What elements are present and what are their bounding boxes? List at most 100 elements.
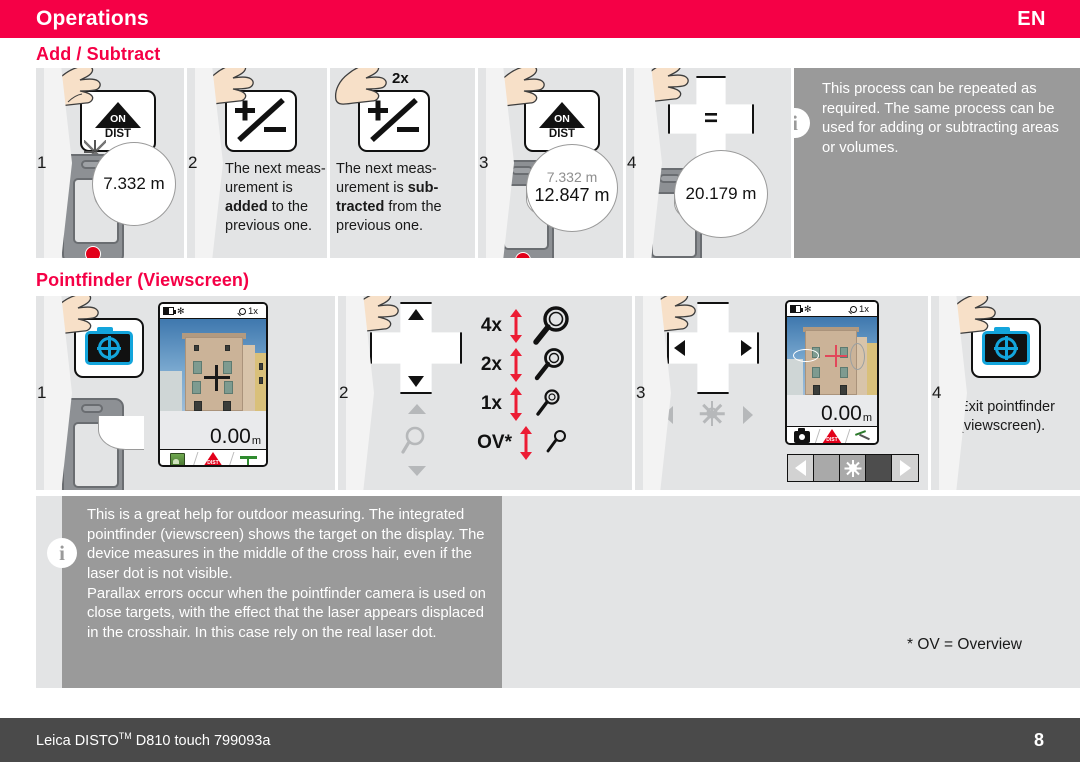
screen-tab-camera[interactable] bbox=[787, 427, 817, 443]
zoom-level-row: 1x bbox=[460, 384, 576, 423]
pan-highlight-left bbox=[793, 349, 819, 362]
pan-highlight-right bbox=[850, 343, 865, 370]
pointfinder-info-row: This is a great help for outdoor measuri… bbox=[36, 496, 1080, 688]
up-down-arrow-icon bbox=[509, 309, 523, 343]
page-title: Operations bbox=[36, 7, 149, 30]
add-subtract-info-panel: i This process can be repeated as requir… bbox=[794, 68, 1080, 258]
triangle-up-icon bbox=[408, 404, 426, 414]
screen-status-bar: ✻ 1x bbox=[160, 304, 266, 319]
language-badge: EN bbox=[1017, 7, 1046, 30]
zoom-level-list: 4x 2x 1x OV* bbox=[460, 305, 576, 462]
screen-tab-bird[interactable] bbox=[847, 427, 877, 443]
screen-tab-gallery[interactable] bbox=[160, 450, 195, 465]
manual-page: Operations EN Add / Subtract 1 ON DIST 7… bbox=[0, 0, 1080, 762]
camera-viewfinder-image bbox=[160, 319, 266, 411]
measurement-value: 20.179 m bbox=[685, 184, 757, 203]
pf-step-panel-4: 4 Exit pointfinder (viewscreen). bbox=[931, 296, 1080, 490]
magnifier-icon bbox=[849, 305, 857, 313]
device-viewscreen-1: ✻ 1x 0.00 m DIST bbox=[158, 302, 268, 467]
zoom-level-row: OV* bbox=[460, 423, 576, 462]
triangle-left-icon bbox=[674, 340, 685, 356]
zoom-level-indicator: 1x bbox=[238, 306, 258, 317]
triangle-down-icon bbox=[408, 376, 424, 387]
triangle-up-icon bbox=[408, 309, 424, 320]
zoom-level-indicator: 1x bbox=[849, 304, 869, 315]
pointfinder-info-text: This is a great help for outdoor measuri… bbox=[87, 507, 486, 642]
brightness-sun-icon bbox=[844, 459, 862, 477]
equals-icon: = bbox=[703, 105, 719, 132]
crosshair-icon bbox=[825, 345, 847, 367]
pf-step-panel-3: 3 ✻ 1x 0.00 m DIST bbox=[635, 296, 931, 490]
battery-icon bbox=[163, 307, 176, 315]
page-footer: Leica DISTOTM D810 touch 799093a 8 bbox=[0, 718, 1080, 762]
keystrip-spacer-2 bbox=[866, 455, 892, 481]
bluetooth-icon: ✻ bbox=[177, 305, 185, 316]
keystrip-spacer-1 bbox=[814, 455, 840, 481]
hand-pointer-icon bbox=[643, 296, 696, 333]
page-number: 8 bbox=[1033, 729, 1044, 750]
measurement-bubble-3: 20.179 m bbox=[674, 150, 768, 238]
info-icon: i bbox=[794, 108, 810, 138]
keystrip-right-button[interactable] bbox=[892, 455, 918, 481]
press-count-badge: 2x bbox=[392, 70, 409, 87]
step-panel-2: 2 The next meas- urement is added to the… bbox=[187, 68, 330, 258]
magnifier-icon bbox=[536, 388, 560, 416]
up-down-arrow-icon bbox=[509, 348, 523, 382]
bird-icon bbox=[854, 430, 871, 443]
step-panel-5: 4 = 20.179 m bbox=[626, 68, 794, 258]
step-panel-3-subtract: 2x The next meas- urement is sub-tracted… bbox=[330, 68, 478, 258]
arrow-left-icon bbox=[795, 460, 806, 476]
screen-measurement-readout: 0.00 m bbox=[160, 411, 266, 449]
bluetooth-icon: ✻ bbox=[804, 303, 812, 314]
magnifier-icon bbox=[546, 429, 566, 452]
dist-icon: DIST bbox=[822, 429, 842, 443]
zoom-level-row: 2x bbox=[460, 345, 576, 384]
screen-tab-bar: DIST bbox=[787, 426, 877, 443]
brightness-sun-icon bbox=[699, 400, 725, 426]
screen-tab-bar: DIST bbox=[160, 449, 266, 465]
magnifier-icon bbox=[238, 307, 246, 315]
section-title-add-subtract: Add / Subtract bbox=[36, 44, 161, 64]
screen-tab-tripod[interactable] bbox=[231, 450, 266, 465]
keystrip-brightness-button[interactable] bbox=[840, 455, 866, 481]
pointfinder-info-box: This is a great help for outdoor measuri… bbox=[62, 496, 502, 688]
camera-icon bbox=[794, 427, 810, 443]
step-description-2: The next meas- urement is added to the p… bbox=[225, 161, 326, 235]
pointfinder-steps-row: 1 ✻ 1x 0.00 m DIST 2 4x 2x 1x OV* 3 ✻ 1x… bbox=[36, 296, 1080, 490]
step-panel-1: 1 ON DIST 7.332 m bbox=[36, 68, 187, 258]
zoom-level-row: 4x bbox=[460, 305, 576, 345]
dist-icon: DIST bbox=[202, 452, 223, 465]
hand-pointer-icon bbox=[46, 296, 99, 335]
step-panel-4: 3 ON DIST 7.332 m 12.847 m bbox=[478, 68, 626, 258]
magnifier-icon bbox=[401, 426, 425, 454]
info-icon: i bbox=[47, 538, 77, 568]
hardware-key-strip bbox=[787, 454, 919, 482]
add-subtract-steps-row: 1 ON DIST 7.332 m 2 The next meas- ureme… bbox=[36, 68, 1080, 258]
triangle-right-icon bbox=[743, 406, 753, 424]
previous-measurement-value: 7.332 m bbox=[546, 168, 598, 185]
up-down-arrow-icon bbox=[509, 387, 523, 421]
camera-viewfinder-image bbox=[787, 317, 877, 395]
keystrip-left-button[interactable] bbox=[788, 455, 814, 481]
overview-footnote: * OV = Overview bbox=[907, 636, 1022, 653]
screen-tab-dist[interactable]: DIST bbox=[195, 450, 230, 465]
magnifier-icon bbox=[534, 347, 564, 380]
hand-pointer-icon bbox=[636, 68, 689, 103]
screen-tab-dist[interactable]: DIST bbox=[817, 427, 847, 443]
hand-pointer-icon bbox=[346, 296, 399, 333]
hand-pointer-icon bbox=[201, 68, 254, 105]
measurement-bubble-2: 7.332 m 12.847 m bbox=[526, 144, 618, 232]
battery-icon bbox=[790, 305, 803, 313]
hand-pointer-icon bbox=[48, 68, 101, 107]
screen-status-bar: ✻ 1x bbox=[787, 302, 877, 317]
device-viewscreen-2: ✻ 1x 0.00 m DIST bbox=[785, 300, 879, 445]
measurement-value: 7.332 m bbox=[103, 174, 165, 193]
hand-pointer-icon bbox=[334, 68, 387, 105]
page-header: Operations EN bbox=[0, 0, 1080, 38]
pf-step-description-4: Exit pointfinder (viewscreen). bbox=[959, 399, 1055, 435]
magnifier-icon bbox=[533, 305, 569, 345]
gallery-icon bbox=[170, 453, 186, 465]
measurement-bubble-1: 7.332 m bbox=[92, 142, 176, 226]
triangle-down-icon bbox=[408, 466, 426, 476]
section-title-pointfinder: Pointfinder (Viewscreen) bbox=[36, 270, 250, 290]
